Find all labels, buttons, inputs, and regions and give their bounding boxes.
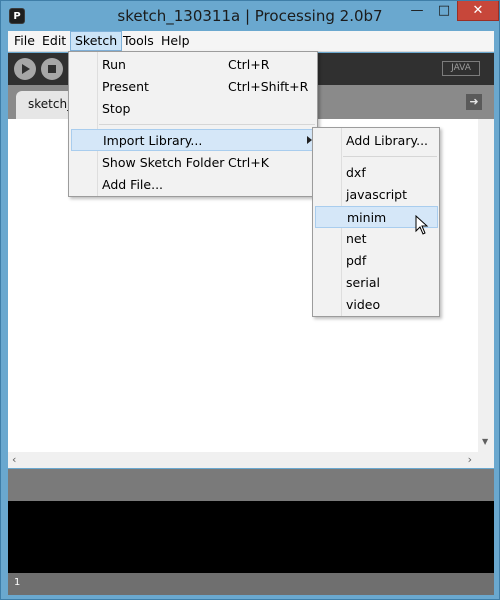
scroll-right-icon[interactable]: › [468,453,472,466]
vertical-scrollbar[interactable]: ▼ [478,119,494,452]
menu-item-label: Present [102,79,149,94]
menu-item-label: pdf [346,253,367,268]
menu-bar: File Edit Sketch Tools Help [8,31,494,52]
menu-item-present[interactable]: Present Ctrl+Shift+R [70,76,316,98]
submenu-item-pdf[interactable]: pdf [314,250,438,272]
menu-help[interactable]: Help [157,31,194,51]
menu-item-label: Add Library... [346,133,429,148]
menu-item-stop[interactable]: Stop [70,98,316,120]
mouse-cursor-icon [415,215,429,235]
menu-item-shortcut: Ctrl+Shift+R [228,79,309,94]
menu-file[interactable]: File [10,31,39,51]
close-icon[interactable]: ✕ [457,1,499,21]
status-bar [8,469,494,501]
submenu-item-add-library[interactable]: Add Library... [314,130,438,152]
stop-icon[interactable] [41,58,63,80]
menu-item-add-file[interactable]: Add File... [70,174,316,196]
menu-item-label: Run [102,57,126,72]
line-number: 1 [14,577,21,588]
scroll-left-icon[interactable]: ‹ [12,453,16,466]
tab-menu-arrow-icon[interactable]: ➜ [466,94,482,110]
menu-item-label: minim [347,210,387,225]
mode-selector[interactable]: JAVA [442,61,480,76]
menu-item-label: Show Sketch Folder [102,155,225,170]
submenu-item-serial[interactable]: serial [314,272,438,294]
menu-item-label: video [346,297,381,312]
menu-item-show-sketch-folder[interactable]: Show Sketch Folder Ctrl+K [70,152,316,174]
menu-item-shortcut: Ctrl+K [228,155,269,170]
menu-separator [99,124,315,125]
menu-item-import-library[interactable]: Import Library... [71,129,317,151]
menu-item-label: serial [346,275,380,290]
maximize-icon[interactable]: □ [431,1,457,21]
menu-item-label: net [346,231,367,246]
title-bar: P sketch_130311a | Processing 2.0b7 — □ … [1,1,499,31]
play-icon[interactable] [14,58,36,80]
submenu-item-javascript[interactable]: javascript [314,184,438,206]
menu-item-run[interactable]: Run Ctrl+R [70,54,316,76]
console-area[interactable] [8,501,494,573]
menu-item-label: Add File... [102,177,164,192]
menu-separator [343,156,437,157]
footer-bar: 1 [8,573,494,595]
scroll-down-icon[interactable]: ▼ [482,437,488,446]
menu-item-label: Import Library... [103,133,203,148]
menu-sketch[interactable]: Sketch [70,31,123,51]
menu-item-label: dxf [346,165,366,180]
submenu-item-dxf[interactable]: dxf [314,162,438,184]
minimize-icon[interactable]: — [404,1,430,21]
submenu-item-video[interactable]: video [314,294,438,316]
sketch-menu: Run Ctrl+R Present Ctrl+Shift+R Stop Imp… [68,51,318,197]
menu-item-shortcut: Ctrl+R [228,57,270,72]
menu-edit[interactable]: Edit [38,31,70,51]
menu-item-label: Stop [102,101,131,116]
menu-tools[interactable]: Tools [119,31,158,51]
menu-item-label: javascript [346,187,408,202]
horizontal-scrollbar[interactable]: ‹ › [8,452,494,468]
